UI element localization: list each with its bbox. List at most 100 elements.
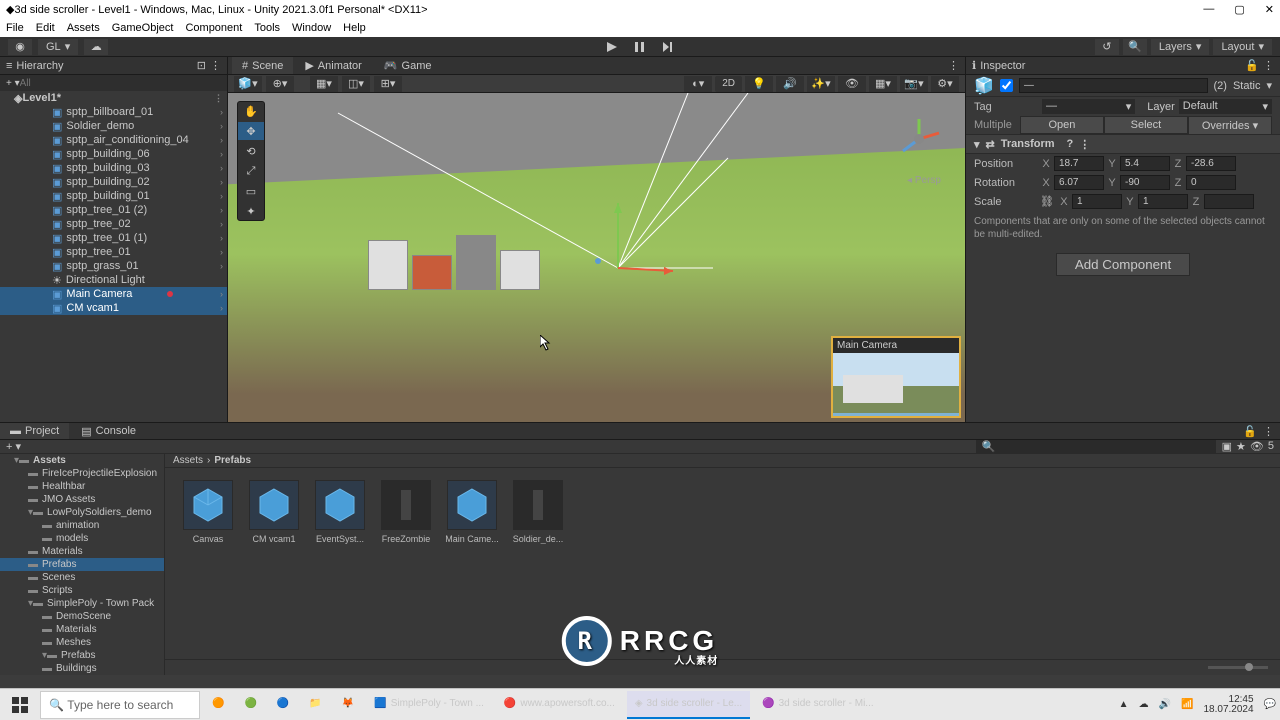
- tree-node[interactable]: ▬Healthbar: [0, 480, 164, 493]
- hierarchy-item-selected[interactable]: ▣Main Camera›: [0, 287, 227, 301]
- add-component-button[interactable]: Add Component: [1056, 253, 1190, 276]
- effects-dropdown[interactable]: ✨▾: [807, 76, 835, 92]
- hierarchy-item[interactable]: ▣sptp_building_06›: [0, 147, 227, 161]
- filter-icon[interactable]: ▣: [1222, 440, 1232, 453]
- preset-icon[interactable]: ⋮: [1079, 138, 1090, 151]
- perspective-label[interactable]: ◂ Persp: [907, 175, 941, 186]
- tree-node[interactable]: ▾▬Assets: [0, 454, 164, 467]
- tray-icon[interactable]: 🔊: [1159, 699, 1171, 710]
- lock-icon[interactable]: 🔓: [1245, 59, 1259, 72]
- lock-icon[interactable]: 🔓: [1243, 425, 1257, 438]
- panel-menu-icon[interactable]: ⋮: [1263, 425, 1274, 438]
- pos-x-input[interactable]: [1054, 156, 1104, 171]
- asset-item[interactable]: CM vcam1: [249, 480, 299, 544]
- console-tab[interactable]: ▤Console: [71, 423, 146, 439]
- tray-icon[interactable]: ▲: [1119, 699, 1129, 710]
- 2d-toggle[interactable]: 2D: [715, 76, 742, 92]
- inspector-tab[interactable]: ℹ Inspector 🔓 ⋮: [966, 57, 1280, 75]
- plus-icon[interactable]: + ▾: [6, 440, 21, 453]
- hierarchy-item[interactable]: ▣sptp_building_03›: [0, 161, 227, 175]
- tree-node[interactable]: ▬models: [0, 532, 164, 545]
- tree-node[interactable]: ▬JMO Assets: [0, 493, 164, 506]
- hierarchy-item-selected[interactable]: ▣CM vcam1›: [0, 301, 227, 315]
- transform-tool[interactable]: ✦: [238, 202, 264, 220]
- hierarchy-item[interactable]: ▣sptp_tree_01 (2)›: [0, 203, 227, 217]
- hierarchy-item[interactable]: ▣sptp_building_02›: [0, 175, 227, 189]
- favorite-icon[interactable]: ★: [1236, 440, 1246, 453]
- game-tab[interactable]: 🎮Game: [374, 57, 442, 74]
- menu-window[interactable]: Window: [292, 22, 331, 34]
- pause-button[interactable]: [628, 39, 652, 55]
- grid-toggle[interactable]: ▦▾: [869, 76, 897, 92]
- audio-toggle[interactable]: 🔊: [776, 76, 804, 92]
- hierarchy-item[interactable]: ▣sptp_tree_02›: [0, 217, 227, 231]
- play-button[interactable]: [600, 39, 624, 55]
- scl-y-input[interactable]: [1138, 194, 1188, 209]
- asset-item[interactable]: Main Came...: [447, 480, 497, 544]
- breadcrumb-item[interactable]: Assets: [173, 455, 203, 466]
- close-button[interactable]: ✕: [1265, 3, 1274, 16]
- taskbar-app[interactable]: 🟣3d side scroller - Mi...: [754, 691, 881, 719]
- grid-button[interactable]: ▦▾: [310, 76, 338, 92]
- active-checkbox[interactable]: [1000, 79, 1013, 92]
- tree-node[interactable]: ▬Scripts: [0, 584, 164, 597]
- pos-y-input[interactable]: [1120, 156, 1170, 171]
- camera-dropdown[interactable]: 📷▾: [900, 76, 928, 92]
- view-tool-dropdown[interactable]: 🧊▾: [234, 76, 262, 92]
- hierarchy-item[interactable]: ▣sptp_tree_01›: [0, 245, 227, 259]
- orientation-gizmo[interactable]: [891, 111, 947, 167]
- menu-assets[interactable]: Assets: [67, 22, 100, 34]
- start-button[interactable]: [4, 691, 36, 719]
- panel-menu-icon[interactable]: ⋮: [210, 59, 221, 72]
- rot-x-input[interactable]: [1054, 175, 1104, 190]
- menu-gameobject[interactable]: GameObject: [112, 22, 174, 34]
- panel-menu-icon[interactable]: ⋮: [948, 59, 959, 72]
- menu-edit[interactable]: Edit: [36, 22, 55, 34]
- project-search[interactable]: 🔍: [976, 440, 1216, 453]
- tree-node-selected[interactable]: ▬Prefabs: [0, 558, 164, 571]
- tree-node[interactable]: ▬DemoScene: [0, 610, 164, 623]
- firefox-icon[interactable]: 🦊: [334, 691, 362, 719]
- tree-node[interactable]: ▬Meshes: [0, 636, 164, 649]
- transform-header[interactable]: ▾ ⇄ Transform ? ⋮: [966, 134, 1280, 154]
- menu-tools[interactable]: Tools: [254, 22, 280, 34]
- taskbar-search[interactable]: 🔍 Type here to search: [40, 691, 200, 719]
- static-dropdown[interactable]: ▾: [1266, 79, 1272, 92]
- scene-viewport[interactable]: ✋ ✥ ⟲ ⤢ ▭ ✦ ◂ Persp Main Camera: [228, 93, 965, 422]
- scale-tool[interactable]: ⤢: [238, 162, 264, 180]
- rot-y-input[interactable]: [1120, 175, 1170, 190]
- rotate-tool[interactable]: ⟲: [238, 142, 264, 160]
- lighting-toggle[interactable]: 💡: [745, 76, 773, 92]
- taskbar-icon[interactable]: 🟠: [204, 691, 232, 719]
- breadcrumb-item[interactable]: Prefabs: [214, 455, 251, 466]
- help-icon[interactable]: ?: [1067, 138, 1074, 150]
- hierarchy-item[interactable]: ▣sptp_building_01›: [0, 189, 227, 203]
- project-tab[interactable]: ▬Project: [0, 423, 69, 439]
- name-input[interactable]: [1019, 78, 1208, 93]
- gl-dropdown[interactable]: GL ▾: [38, 39, 78, 55]
- taskbar-icon[interactable]: 🟢: [236, 691, 264, 719]
- zoom-slider[interactable]: [1208, 666, 1268, 669]
- hierarchy-item[interactable]: ▣sptp_air_conditioning_04›: [0, 133, 227, 147]
- hierarchy-item[interactable]: ☀Directional Light: [0, 273, 227, 287]
- hierarchy-item[interactable]: ▣sptp_tree_01 (1)›: [0, 231, 227, 245]
- tree-node[interactable]: ▬Scenes: [0, 571, 164, 584]
- tree-node[interactable]: ▬FireIceProjectileExplosion: [0, 467, 164, 480]
- layers-dropdown[interactable]: Layers ▾: [1151, 39, 1210, 55]
- taskbar-app[interactable]: 🟦SimplePoly - Town ...: [366, 691, 492, 719]
- hierarchy-item[interactable]: ▣Soldier_demo›: [0, 119, 227, 133]
- tree-node[interactable]: ▬Materials: [0, 623, 164, 636]
- asset-item[interactable]: Canvas: [183, 480, 233, 544]
- minimize-button[interactable]: —: [1203, 3, 1214, 16]
- maximize-button[interactable]: ▢: [1234, 3, 1244, 16]
- animator-tab[interactable]: ▶Animator: [295, 57, 372, 74]
- visibility-icon[interactable]: 👁: [1250, 440, 1264, 453]
- pivot-dropdown[interactable]: ⊕▾: [266, 76, 294, 92]
- asset-item[interactable]: EventSyst...: [315, 480, 365, 544]
- tree-node[interactable]: ▾▬SimplePoly - Town Pack: [0, 597, 164, 610]
- scene-picker-icon[interactable]: ⊡: [197, 59, 206, 72]
- tray-icon[interactable]: ☁: [1139, 699, 1149, 710]
- increment-button[interactable]: ⊞▾: [374, 76, 402, 92]
- prefab-select-button[interactable]: Select: [1104, 116, 1188, 134]
- tree-node[interactable]: ▾▬Prefabs: [0, 649, 164, 662]
